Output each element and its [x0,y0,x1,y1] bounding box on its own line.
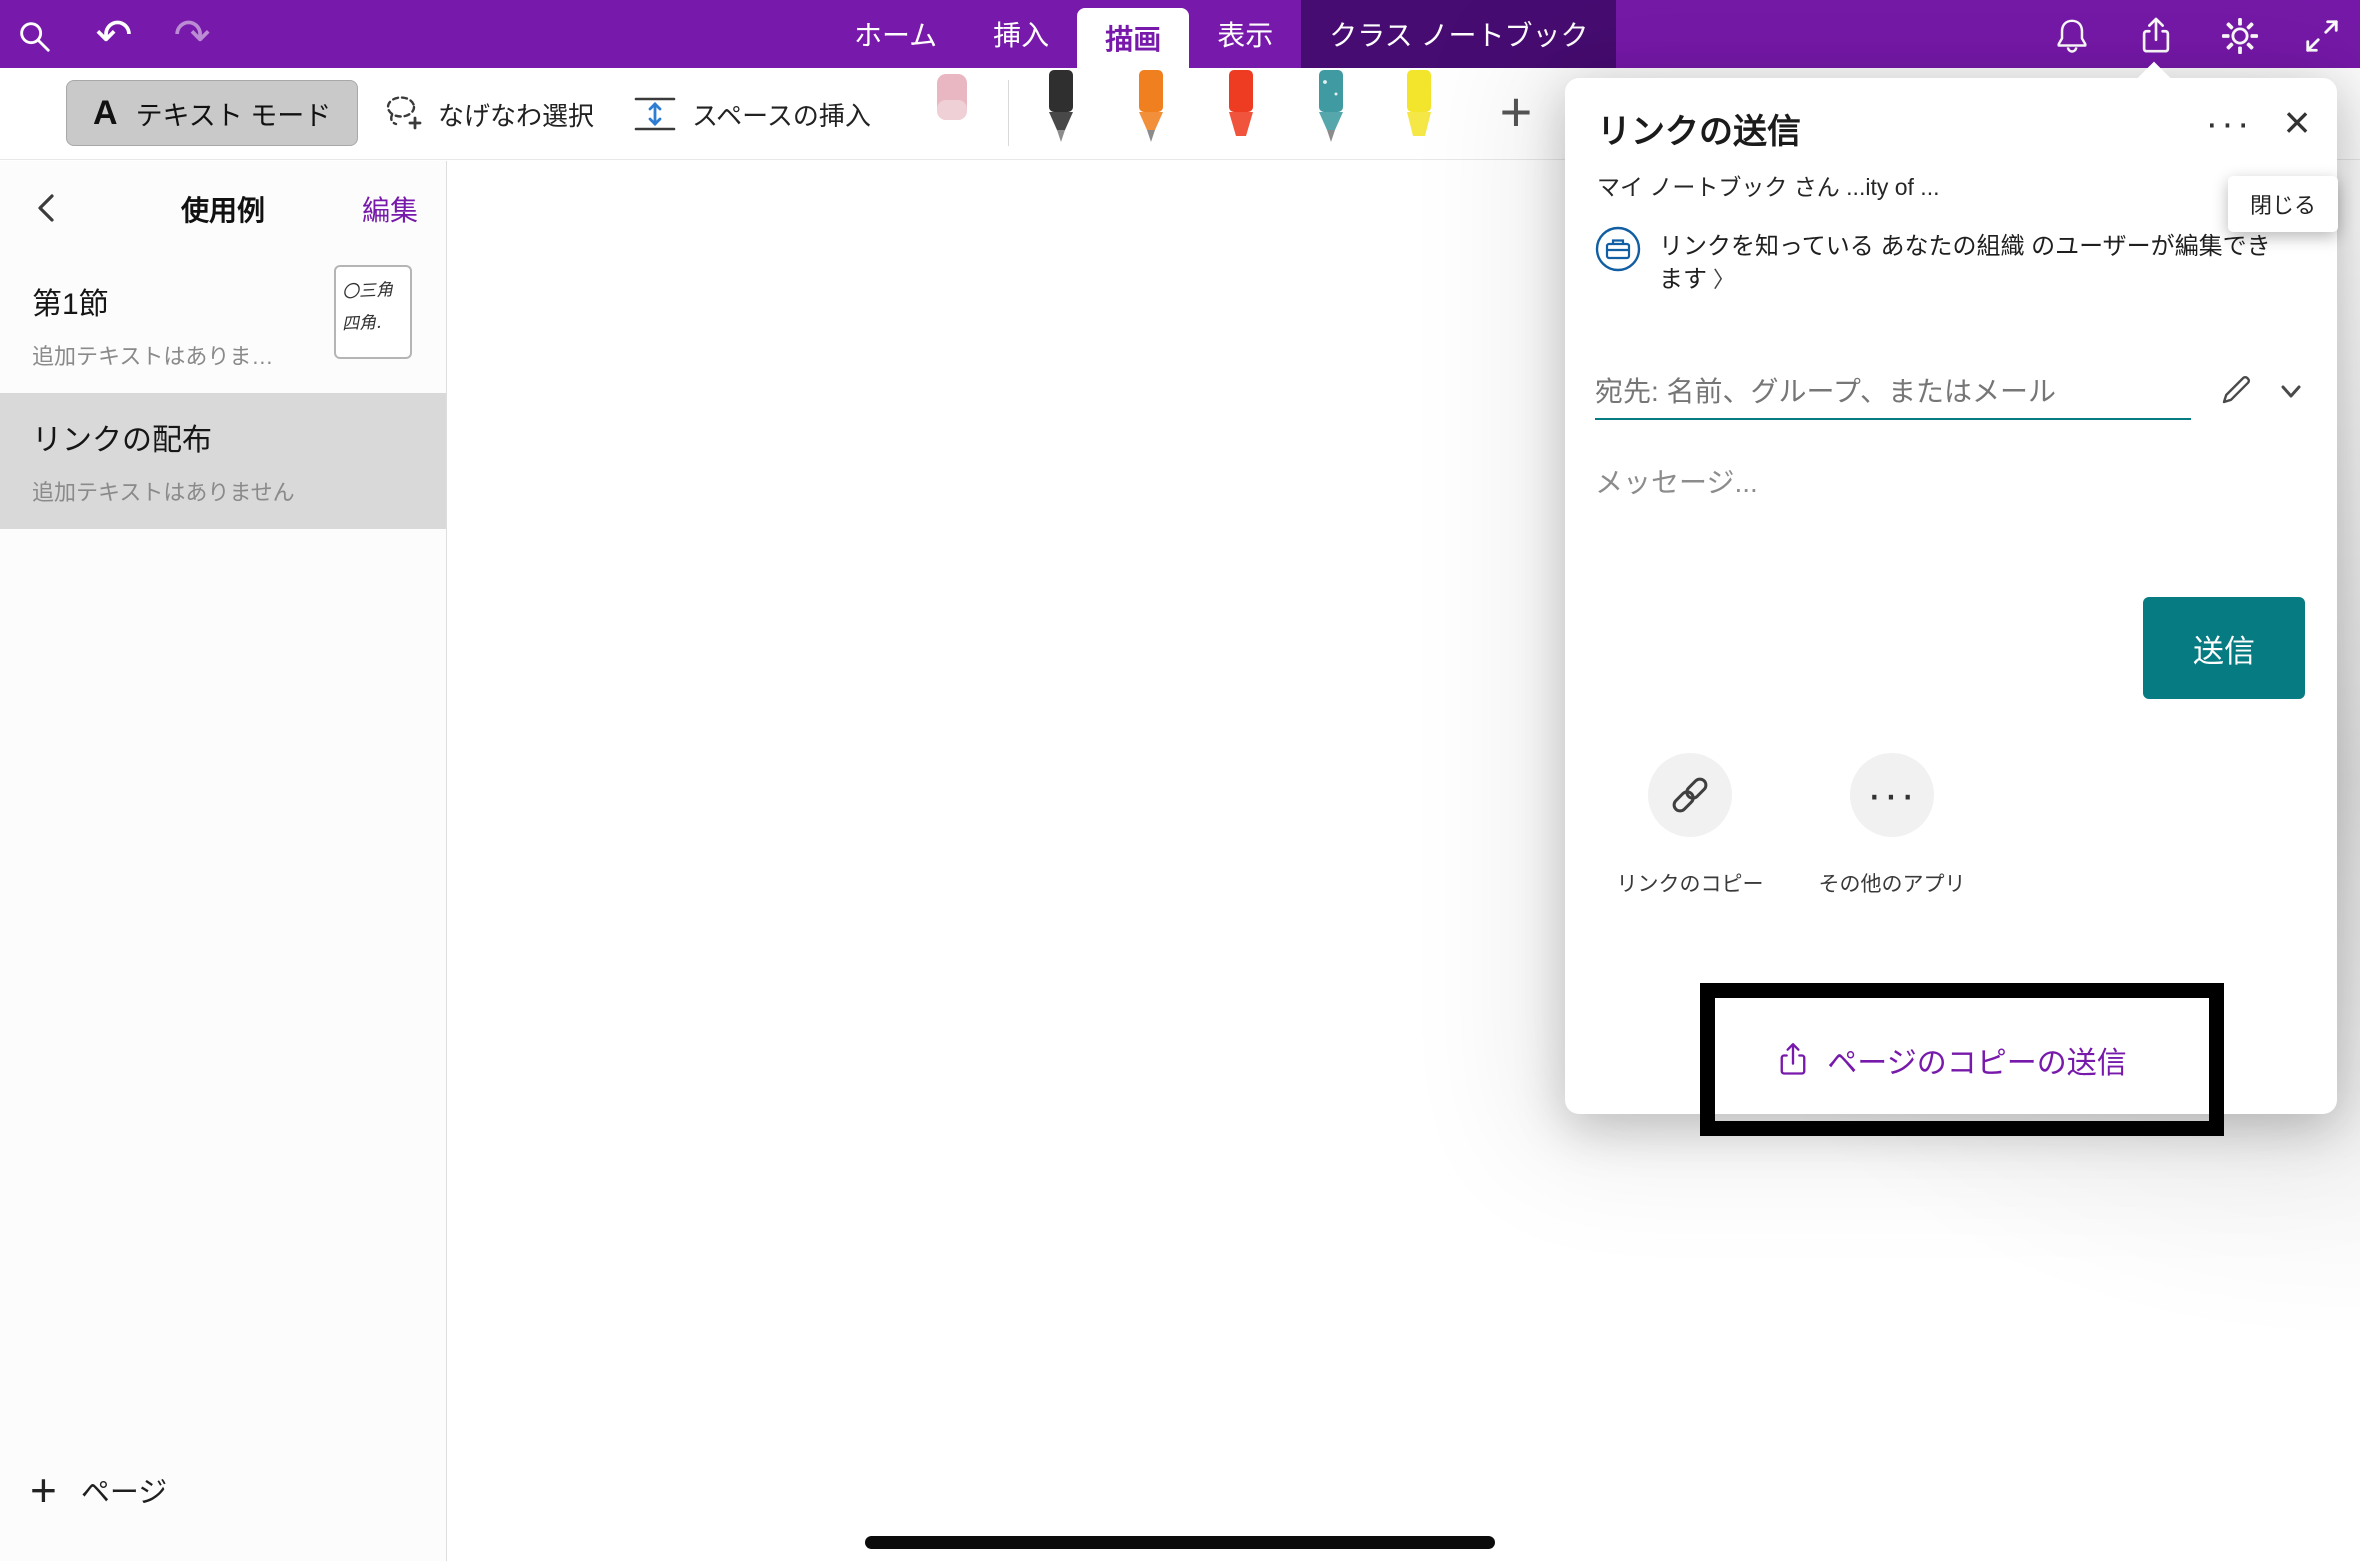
insert-space-icon [632,91,678,137]
lasso-label: なげなわ選択 [438,96,594,133]
send-button[interactable]: 送信 [2143,597,2305,699]
dialog-notebook-subtitle: マイ ノートブック さん ...ity of ... [1597,168,1939,202]
back-button[interactable] [26,187,70,231]
tab-insert[interactable]: 挿入 [965,0,1077,68]
black-pen-tool[interactable] [1038,70,1084,151]
text-mode-label: テキスト モード [136,94,332,133]
add-page-label: ページ [81,1469,167,1511]
redo-icon: ↷ [174,14,211,58]
copy-link-label: リンクのコピー [1590,868,1790,898]
thumbnail-handwriting-line2: 四角. [341,306,405,341]
text-mode-button[interactable]: A テキスト モード [66,80,358,146]
yellow-highlighter-tool[interactable] [1396,70,1442,151]
tab-draw[interactable]: 描画 [1077,8,1189,68]
black-pen-icon [1038,70,1084,146]
recipient-options-button[interactable] [2269,370,2313,414]
message-input[interactable] [1595,458,2275,508]
orange-pen-icon [1128,70,1174,146]
chevron-down-icon [2271,371,2311,411]
page-list-item-selected[interactable]: リンクの配布 追加テキストはありません [0,393,446,529]
bell-icon [2053,15,2091,57]
home-indicator[interactable] [865,1536,1495,1549]
share-button[interactable] [2134,14,2178,58]
plus-icon: + [30,1467,57,1513]
search-icon [15,17,53,55]
insert-space-label: スペースの挿入 [692,96,871,133]
share-icon [2137,15,2175,57]
galaxy-pen-tool[interactable] [1308,70,1354,151]
other-apps-button[interactable]: ··· [1850,753,1934,837]
send-link-dialog: リンクの送信 ··· × マイ ノートブック さん ...ity of ... … [1565,78,2337,1114]
other-apps-label: その他のアプリ [1792,868,1992,898]
orange-pen-tool[interactable] [1128,70,1174,151]
insert-space-button[interactable]: スペースの挿入 [632,84,871,144]
close-tooltip: 閉じる [2228,176,2338,232]
notifications-button[interactable] [2050,14,2094,58]
page-list-sidebar: 使用例 編集 第1節 追加テキストはありま… 〇三角 四角. リンクの配布 追加… [0,161,447,1561]
page-subtitle: 追加テキストはありません [32,475,414,507]
tab-home[interactable]: ホーム [826,0,965,68]
link-permission-row[interactable]: リンクを知っている あなたの組織 のユーザーが編集できます〉 [1595,226,2311,296]
sidebar-header: 使用例 編集 [0,161,446,257]
search-button[interactable] [12,14,56,58]
settings-button[interactable] [2218,14,2262,58]
export-icon [1775,1039,1811,1081]
edit-button[interactable]: 編集 [362,189,418,229]
lasso-select-button[interactable]: なげなわ選択 [380,84,594,144]
gear-icon [2221,17,2259,55]
permission-text: リンクを知っている あなたの組織 のユーザーが編集できます〉 [1659,226,2279,296]
undo-icon: ↶ [96,14,133,58]
page-list-item[interactable]: 第1節 追加テキストはありま… 〇三角 四角. [0,257,446,393]
fullscreen-button[interactable] [2300,14,2344,58]
onenote-app: ↶ ↷ ホーム 挿入 描画 表示 クラス ノートブック [0,0,2360,1561]
dialog-title: リンクの送信 [1597,104,1801,153]
dialog-more-button[interactable]: ··· [2201,100,2257,148]
add-page-button[interactable]: + ページ [30,1467,167,1513]
lasso-icon [380,92,424,136]
pencil-icon [2216,370,2256,410]
galaxy-pen-icon [1308,70,1354,146]
undo-button[interactable]: ↶ [92,14,136,58]
tab-view[interactable]: 表示 [1189,0,1301,68]
tab-class-notebook[interactable]: クラス ノートブック [1301,0,1616,68]
chevron-right-icon: 〉 [1713,267,1735,292]
edit-permission-button[interactable] [2213,368,2259,414]
add-pen-button[interactable]: + [1486,76,1546,146]
red-marker-tool[interactable] [1218,70,1264,151]
page-thumbnail: 〇三角 四角. [334,265,412,359]
organization-icon [1595,226,1641,272]
copy-link-button[interactable] [1648,753,1732,837]
send-page-copy-button[interactable]: ページのコピーの送信 [1565,1030,2337,1090]
ribbon-tabs: ホーム 挿入 描画 表示 クラス ノートブック [826,0,1616,68]
redo-button[interactable]: ↷ [170,14,214,58]
top-app-bar: ↶ ↷ ホーム 挿入 描画 表示 クラス ノートブック [0,0,2360,68]
toolbar-divider [1008,80,1009,146]
dialog-close-button[interactable]: × [2271,96,2323,148]
text-mode-a-icon: A [93,94,118,133]
eraser-tool[interactable] [930,74,974,143]
page-title: リンクの配布 [32,415,414,459]
link-icon [1667,772,1713,818]
eraser-icon [930,74,974,138]
thumbnail-handwriting-line1: 〇三角 [341,273,405,308]
chevron-left-icon [28,188,68,228]
send-page-copy-label: ページのコピーの送信 [1827,1038,2126,1082]
ellipsis-icon: ··· [1867,770,1917,820]
recipient-input[interactable] [1595,366,2191,420]
yellow-highlighter-icon [1396,70,1442,146]
expand-icon [2303,17,2341,55]
red-marker-icon [1218,70,1264,146]
